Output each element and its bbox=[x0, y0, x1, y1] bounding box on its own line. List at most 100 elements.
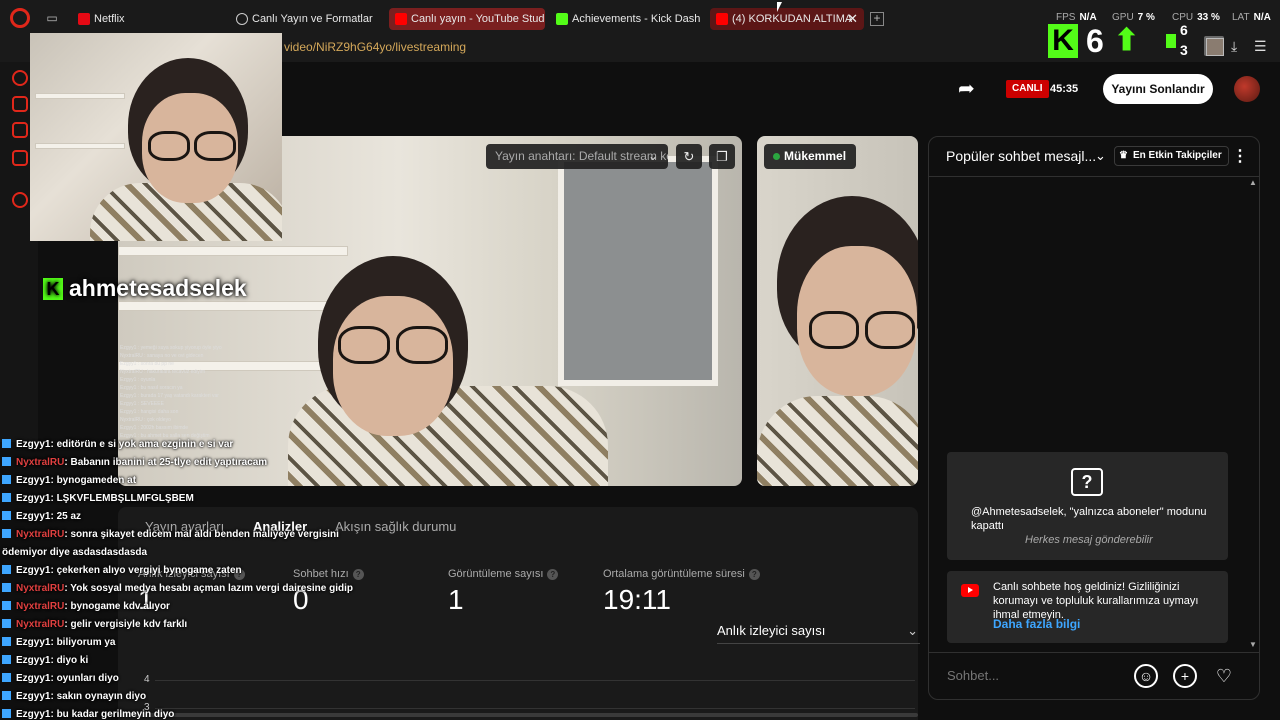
messenger-icon[interactable] bbox=[12, 150, 28, 166]
badge-icon bbox=[2, 583, 11, 592]
chat-username: Ezgyy1 bbox=[16, 691, 51, 702]
chat-message: ödemiyor diye asdasdasdasda bbox=[2, 546, 147, 560]
chat-username: Ezgyy1 bbox=[16, 475, 51, 486]
chat-text: : editörün e si yok ama ezginin e si var bbox=[50, 439, 234, 450]
profile-avatar[interactable] bbox=[1206, 38, 1224, 56]
chat-message: NyxtralRU: gelir vergisiyle kdv farklı bbox=[2, 618, 187, 632]
copy-icon: ❐ bbox=[716, 149, 728, 164]
url-text[interactable]: video/NiRZ9hG64yo/livestreaming bbox=[284, 40, 466, 54]
chat-message: NyxtralRU: bynogame kdv alıyor bbox=[2, 600, 170, 614]
chat-username: Ezgyy1 bbox=[16, 655, 51, 666]
graph-metric-select[interactable]: Anlık izleyici sayısı ⌄ bbox=[717, 620, 920, 644]
chat-input[interactable] bbox=[947, 662, 1067, 690]
shelf bbox=[118, 301, 348, 311]
chat-username: Ezgyy1 bbox=[16, 493, 51, 504]
tab-island-icon[interactable]: ▭ bbox=[44, 10, 60, 26]
emoji-icon[interactable]: ☺ bbox=[1134, 664, 1158, 688]
glasses bbox=[148, 131, 190, 161]
close-tab-icon[interactable]: ✕ bbox=[847, 8, 858, 30]
person-face bbox=[333, 296, 453, 436]
chat-text: : gelir vergisiyle kdv farklı bbox=[64, 619, 188, 630]
chat-username: Ezgyy1 bbox=[16, 511, 51, 522]
chat-text: : diyo ki bbox=[50, 655, 89, 666]
share-icon[interactable]: ➦ bbox=[958, 78, 980, 100]
badge-icon bbox=[2, 619, 11, 628]
youtube-icon bbox=[716, 13, 728, 25]
chevron-down-icon: ⌄ bbox=[907, 623, 918, 638]
add-icon[interactable]: + bbox=[1173, 664, 1197, 688]
copy-button[interactable]: ❐ bbox=[709, 144, 735, 169]
help-icon[interactable]: ? bbox=[547, 569, 559, 580]
chat-message: Ezgyy1: bynogameden at bbox=[2, 474, 136, 488]
chat-username: Ezgyy1 bbox=[16, 709, 51, 720]
chat-message: Ezgyy1: çekerken alıyo vergiyi bynogame … bbox=[2, 564, 242, 578]
up-arrow-icon: ⬆ bbox=[1114, 24, 1140, 57]
badge-icon bbox=[2, 439, 11, 448]
more-options-icon[interactable]: ⋮ bbox=[1232, 146, 1248, 166]
chat-message: Ezgyy1: diyo ki bbox=[2, 654, 88, 668]
badge-icon bbox=[2, 493, 11, 502]
workspace-icon[interactable] bbox=[12, 122, 28, 138]
top-fans-button[interactable]: ♛ En Etkin Takipçiler bbox=[1114, 146, 1229, 166]
chat-text: : LŞKVFLEMBŞLLMFGLŞBEM bbox=[50, 493, 194, 504]
chat-text: : oyunları diyo bbox=[50, 673, 119, 684]
chat-username: Ezgyy1 bbox=[16, 673, 51, 684]
tab-korkudan[interactable]: (4) KORKUDAN ALTIMA ✕ bbox=[710, 8, 864, 30]
chat-message: Ezgyy1: biliyorum ya bbox=[2, 636, 115, 650]
stream-health-badge[interactable]: Mükemmel bbox=[764, 144, 857, 169]
live-badge: CANLI bbox=[1006, 80, 1049, 98]
chat-text: : sonra şikayet edicem mal aldı benden m… bbox=[64, 529, 339, 540]
chat-username: NyxtralRU bbox=[16, 601, 65, 612]
chat-username: Ezgyy1 bbox=[16, 439, 51, 450]
shelf bbox=[35, 143, 125, 149]
badge-icon bbox=[2, 457, 11, 466]
question-icon: ? bbox=[1071, 468, 1103, 496]
end-stream-button[interactable]: Yayını Sonlandır bbox=[1103, 74, 1213, 104]
crown-icon: ♛ bbox=[1119, 150, 1128, 161]
chevron-down-icon[interactable]: ⌄ bbox=[1095, 148, 1106, 164]
bar-icon bbox=[1166, 34, 1176, 48]
tab-youtube-studio[interactable]: Canlı yayın - YouTube Stud bbox=[389, 8, 545, 30]
history-icon[interactable] bbox=[12, 192, 28, 208]
badge-icon bbox=[2, 475, 11, 484]
kick-counter-overlay: K 6 ⬆ 6 3 bbox=[1048, 20, 1276, 62]
kick-logo-icon: K bbox=[1048, 24, 1078, 58]
chat-message: Ezgyy1: LŞKVFLEMBŞLLMFGLŞBEM bbox=[2, 492, 194, 506]
tab-kick-dashboard[interactable]: Achievements - Kick Dash bbox=[550, 8, 700, 30]
opera-logo-icon[interactable] bbox=[10, 8, 30, 28]
badge-icon bbox=[2, 637, 11, 646]
scroll-down-icon[interactable]: ▼ bbox=[1249, 640, 1257, 649]
badge-icon bbox=[2, 601, 11, 610]
chat-message: Ezgyy1: 25 az bbox=[2, 510, 81, 524]
metric-value-views: 1 bbox=[448, 584, 464, 615]
mode-notice-sub: Herkes mesaj gönderebilir bbox=[1025, 534, 1153, 546]
heart-icon[interactable]: ♡ bbox=[1212, 664, 1236, 688]
badge-icon bbox=[2, 709, 11, 718]
glasses bbox=[396, 326, 448, 364]
netflix-icon bbox=[78, 13, 90, 25]
viewer-count: 6 bbox=[1086, 23, 1104, 59]
help-icon[interactable]: ? bbox=[748, 569, 760, 580]
scroll-up-icon[interactable]: ▲ bbox=[1249, 178, 1257, 187]
learn-more-link[interactable]: Daha fazla bilgi bbox=[993, 617, 1080, 631]
chat-text: : sakın oynayın diyo bbox=[50, 691, 147, 702]
tab-netflix[interactable]: Netflix bbox=[72, 8, 222, 30]
chat-message: Ezgyy1: bu kadar gerilmeyin diyo bbox=[2, 708, 174, 720]
badge-icon bbox=[2, 655, 11, 664]
account-avatar[interactable] bbox=[1234, 76, 1260, 102]
chat-username: NyxtralRU bbox=[16, 583, 65, 594]
chat-text: : Yok sosyal medya hesabı açman lazım ve… bbox=[64, 583, 353, 594]
chat-username: Ezgyy1 bbox=[16, 565, 51, 576]
speed-dial-icon[interactable] bbox=[12, 70, 28, 86]
sub-count: 3 bbox=[1180, 42, 1188, 58]
menu-icon[interactable]: ☰ bbox=[1254, 38, 1267, 55]
aria-icon[interactable] bbox=[12, 96, 28, 112]
download-icon[interactable]: ⤓ bbox=[1231, 38, 1237, 55]
stream-key-select[interactable]: Yayın anahtarı: Default stream key ⌄ bbox=[486, 144, 668, 169]
chat-mode-select[interactable]: Popüler sohbet mesajl... bbox=[946, 148, 1096, 164]
new-tab-button[interactable]: + bbox=[870, 12, 884, 26]
metric-label-views: Görüntüleme sayısı? bbox=[448, 568, 559, 580]
tab-live-formats[interactable]: Canlı Yayın ve Formatlar bbox=[230, 8, 385, 30]
live-timer: 45:35 bbox=[1050, 83, 1079, 95]
refresh-button[interactable]: ↻ bbox=[676, 144, 702, 169]
